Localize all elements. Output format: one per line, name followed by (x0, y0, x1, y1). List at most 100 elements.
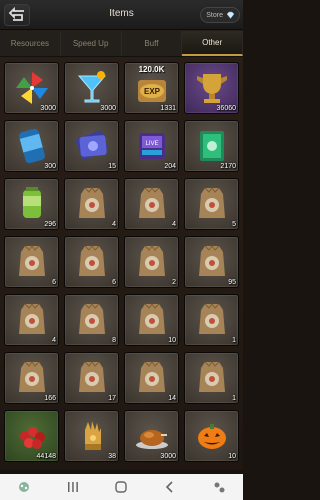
item-slot[interactable]: 10 (184, 410, 239, 462)
item-count: 2 (172, 279, 176, 286)
overview-icon (67, 482, 78, 492)
item-slot[interactable]: 17 (64, 352, 119, 404)
item-slot[interactable]: 10 (124, 294, 179, 346)
item-slot[interactable]: 3000 (124, 410, 179, 462)
item-slot[interactable]: 6 (4, 236, 59, 288)
item-badge: 120.0K (138, 65, 165, 74)
item-slot[interactable]: 6 (64, 236, 119, 288)
svg-text:EXP: EXP (144, 87, 161, 96)
item-count: 1 (232, 337, 236, 344)
back-icon (165, 481, 173, 493)
item-count: 204 (164, 163, 176, 170)
category-tabs: Resources Speed Up Buff Other (0, 31, 243, 57)
seed-bag-icon (199, 187, 225, 218)
item-slot[interactable]: 2170 (184, 120, 239, 172)
item-count: 10 (168, 337, 176, 344)
item-slot[interactable]: 38 (64, 410, 119, 462)
pinwheel-icon (16, 72, 48, 104)
seed-bag-icon (199, 303, 225, 334)
diamond-icon (226, 11, 235, 19)
tab-other[interactable]: Other (182, 31, 243, 56)
seed-bag-icon (139, 187, 165, 218)
roast-turkey-icon (136, 430, 168, 449)
item-count: 95 (228, 279, 236, 286)
top-bar: Items Store (0, 0, 243, 30)
item-slot[interactable]: 4 (4, 294, 59, 346)
green-canister-icon (23, 187, 41, 218)
store-label: Store (206, 11, 223, 19)
item-count: 38 (108, 453, 116, 460)
tab-speed-up[interactable]: Speed Up (61, 31, 122, 56)
item-count: 4 (172, 221, 176, 228)
item-slot[interactable]: 300 (4, 120, 59, 172)
seed-bag-icon (79, 245, 105, 276)
seed-bag-icon (199, 245, 225, 276)
item-count: 166 (44, 395, 56, 402)
item-slot[interactable]: 166 (4, 352, 59, 404)
tab-label: Buff (144, 39, 159, 48)
seed-bag-icon (19, 361, 45, 392)
seed-bag-icon (19, 245, 45, 276)
item-count: 14 (168, 395, 176, 402)
item-count: 300 (44, 163, 56, 170)
item-count: 2170 (220, 163, 236, 170)
item-slot[interactable]: 8 (64, 294, 119, 346)
item-slot[interactable]: EXP 120.0K 1331 (124, 62, 179, 114)
item-slot[interactable]: 3000 (4, 62, 59, 114)
item-count: 1331 (160, 105, 176, 112)
seed-bag-icon (199, 361, 225, 392)
tab-label: Resources (10, 39, 49, 48)
item-count: 44148 (36, 453, 56, 460)
item-count: 4 (112, 221, 116, 228)
item-slot[interactable]: 1 (184, 294, 239, 346)
seed-bag-icon (19, 303, 45, 334)
item-count: 5 (232, 221, 236, 228)
overview-button[interactable] (61, 477, 85, 497)
gold-trophy-icon (197, 74, 227, 103)
card-pack-icon (75, 130, 109, 160)
seed-bag-icon (139, 245, 165, 276)
recents-button[interactable] (12, 477, 36, 497)
seed-bag-icon (139, 303, 165, 334)
item-slot[interactable]: 4 (64, 178, 119, 230)
tab-resources[interactable]: Resources (0, 31, 61, 56)
home-icon (115, 481, 128, 493)
item-slot[interactable]: LIVE 204 (124, 120, 179, 172)
item-slot[interactable]: 5 (184, 178, 239, 230)
item-count: 15 (108, 163, 116, 170)
item-slot[interactable]: 296 (4, 178, 59, 230)
home-button[interactable] (109, 477, 133, 497)
item-slot[interactable]: 15 (64, 120, 119, 172)
item-count: 6 (52, 279, 56, 286)
seed-bag-icon (79, 303, 105, 334)
seed-bag-icon (139, 361, 165, 392)
roses-icon (20, 427, 45, 449)
recents-icon (19, 482, 30, 492)
tab-label: Speed Up (72, 39, 109, 48)
seed-bag-icon (79, 361, 105, 392)
item-slot[interactable]: 44148 (4, 410, 59, 462)
nav-back-button[interactable] (158, 477, 182, 497)
item-slot[interactable]: 2 (124, 236, 179, 288)
system-nav-bar (0, 474, 243, 500)
item-count: 10 (228, 453, 236, 460)
item-count: 4 (52, 337, 56, 344)
item-count: 6 (112, 279, 116, 286)
item-count: 8 (112, 337, 116, 344)
accessibility-button[interactable] (207, 477, 231, 497)
store-button[interactable]: Store (200, 7, 240, 23)
item-slot[interactable]: 1 (184, 352, 239, 404)
item-count: 3000 (160, 453, 176, 460)
items-screen: Items Store Resources Speed Up Buff Othe… (0, 0, 243, 500)
can-icon (19, 128, 45, 164)
green-book-icon (200, 131, 224, 161)
item-slot[interactable]: 3000 (64, 62, 119, 114)
item-slot[interactable]: 14 (124, 352, 179, 404)
item-count: 1 (232, 395, 236, 402)
cocktail-icon (77, 71, 107, 103)
item-slot[interactable]: 36060 (184, 62, 239, 114)
tab-buff[interactable]: Buff (122, 31, 183, 56)
item-grid: 3000 3000 EXP 120.0K 1331 36060 300 15 LIVE 204 21… (4, 62, 239, 462)
item-slot[interactable]: 95 (184, 236, 239, 288)
item-slot[interactable]: 4 (124, 178, 179, 230)
